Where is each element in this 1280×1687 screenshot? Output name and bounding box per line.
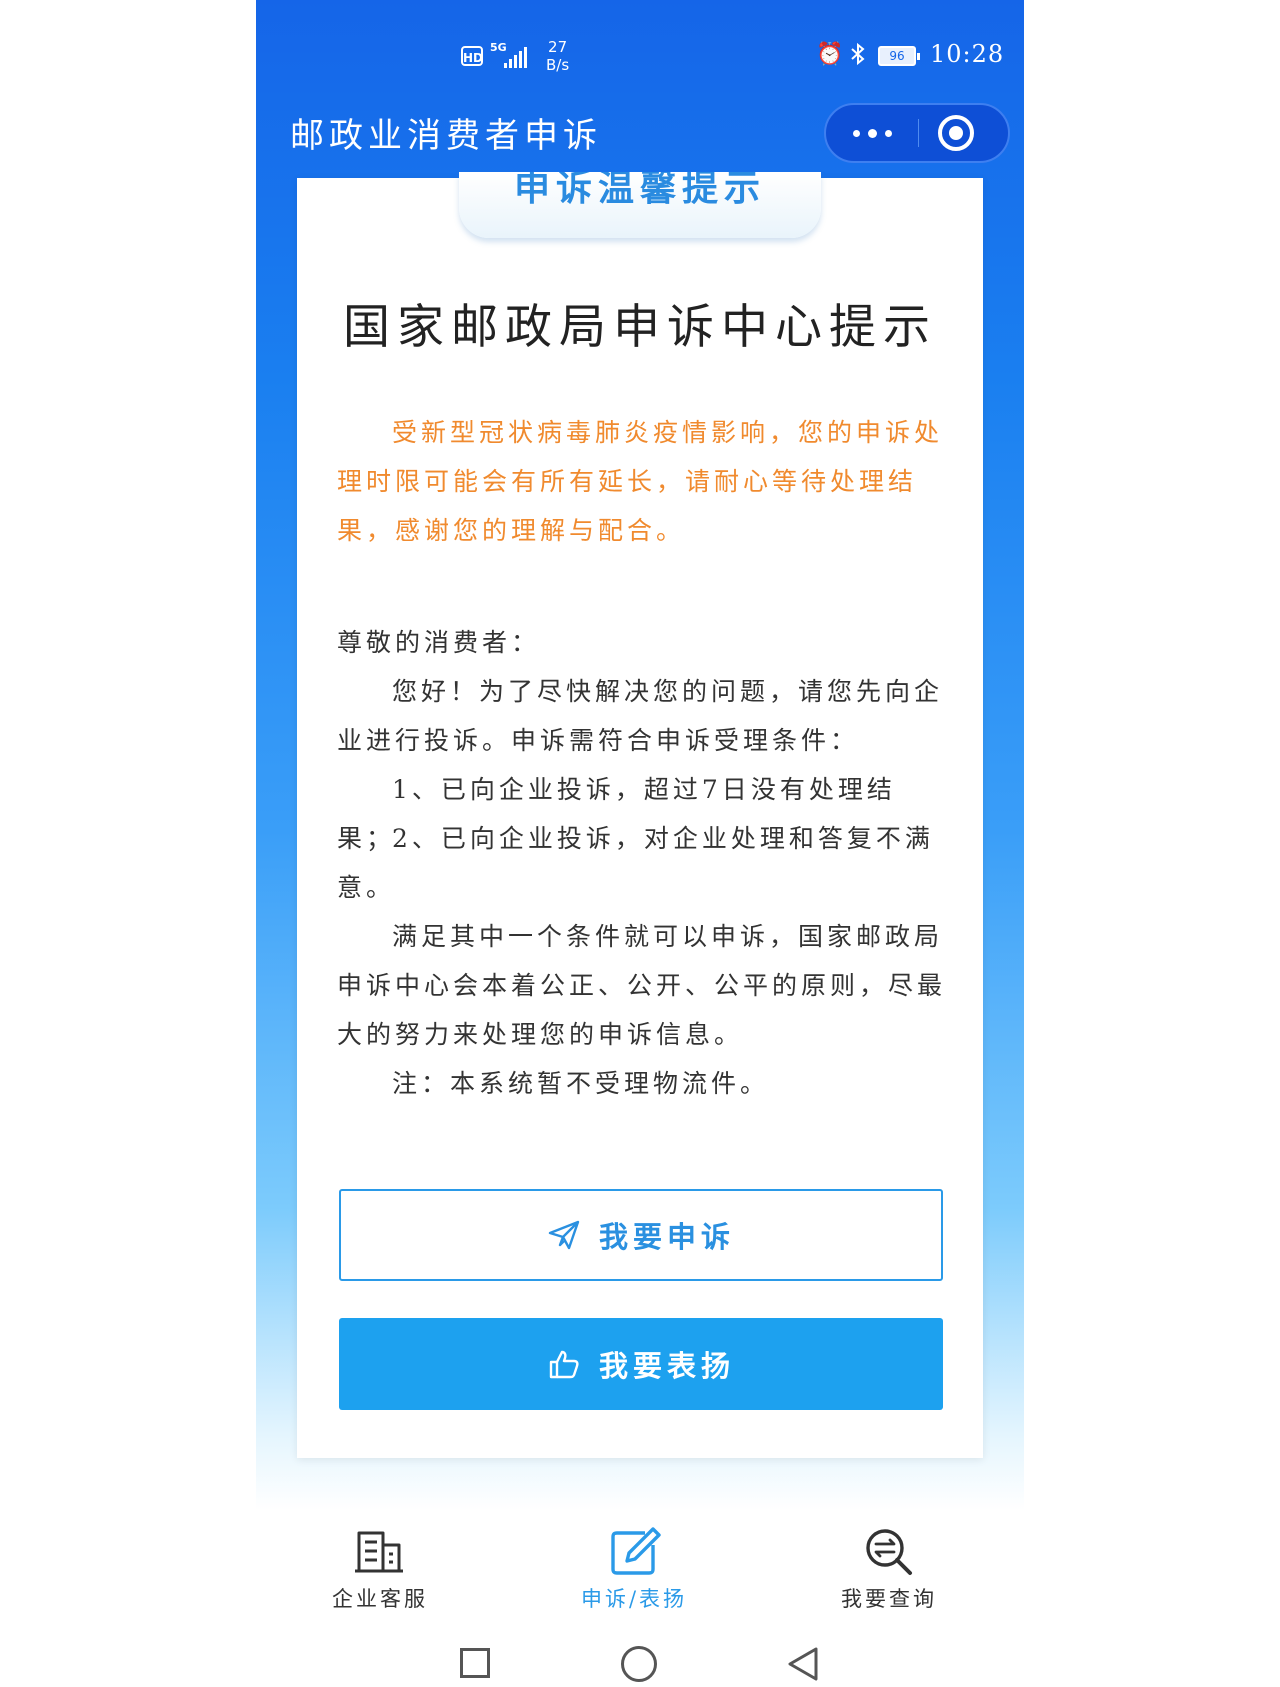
complain-button[interactable]: 我要申诉 [339,1189,943,1281]
paper-plane-icon [548,1220,580,1250]
capsule-divider [918,119,919,147]
back-button[interactable] [786,1646,820,1682]
principle-paragraph: 满足其中一个条件就可以申诉，国家邮政局申诉中心会本着公正、公开、公平的原则，尽最… [337,922,947,1049]
tab-query[interactable]: 我要查询 [819,1525,959,1613]
complain-button-label: 我要申诉 [598,1220,735,1254]
mini-program-capsule [824,103,1010,163]
note: 注：本系统暂不受理物流件。 [392,1069,770,1098]
card-title: 国家邮政局申诉中心提示 [343,300,937,355]
more-icon-dot [867,128,877,138]
more-icon [852,129,860,137]
greeting: 尊敬的消费者： [337,628,541,657]
epidemic-notice: 受新型冠状病毒肺炎疫情影响，您的申诉处理时限可能会有所有延长，请耐心等待处理结果… [337,418,944,545]
recent-apps-button[interactable] [460,1648,490,1678]
hd-indicator: HD [461,46,483,66]
building-icon [355,1531,403,1573]
page-title: 邮政业消费者申诉 [290,116,602,156]
notice-card: 申诉温馨提示 国家邮政局申诉中心提示 受新型冠状病毒肺炎疫情影响，您的申诉处理时… [297,172,983,1458]
battery-icon: 96 [878,46,920,66]
close-target-icon-core [949,126,963,140]
intro-paragraph: 您好！为了尽快解决您的问题，请您先向企业进行投诉。申诉需符合申诉受理条件： [337,677,944,755]
tab-enterprise-service[interactable]: 企业客服 [310,1525,450,1613]
edit-icon [611,1527,661,1575]
condition-2: 2、已向企业投诉，对企业处理和答复不满意。 [337,824,934,902]
home-button[interactable] [621,1646,657,1682]
clock: 10:28 [930,40,1005,68]
speed-unit: B/s [546,56,570,74]
alarm-icon: ⏰ [816,42,844,67]
more-icon-dot [884,129,892,137]
close-button[interactable] [936,113,976,153]
praise-button-label: 我要表扬 [598,1349,735,1383]
tab-complain-praise-label: 申诉/表扬 [580,1587,688,1611]
phone-screen: HD 5G 27 B/s ⏰ 96 10:28 邮政业消费者申诉 申诉温馨提示 [256,0,1024,1687]
network-speed: 27 B/s [546,38,569,74]
tab-enterprise-service-label: 企业客服 [332,1587,428,1611]
card-tab-title: 申诉温馨提示 [513,172,766,209]
card-tab: 申诉温馨提示 [459,172,821,238]
thumbs-up-icon [549,1350,579,1379]
signal-icon [504,46,530,68]
speed-value: 27 [548,38,568,56]
search-exchange-icon [866,1529,912,1575]
tab-complain-praise[interactable]: 申诉/表扬 [564,1525,704,1613]
tab-query-label: 我要查询 [841,1587,937,1611]
praise-button[interactable]: 我要表扬 [339,1318,943,1410]
more-button[interactable] [826,105,918,161]
bluetooth-icon [850,42,866,72]
battery-level: 96 [889,49,905,63]
